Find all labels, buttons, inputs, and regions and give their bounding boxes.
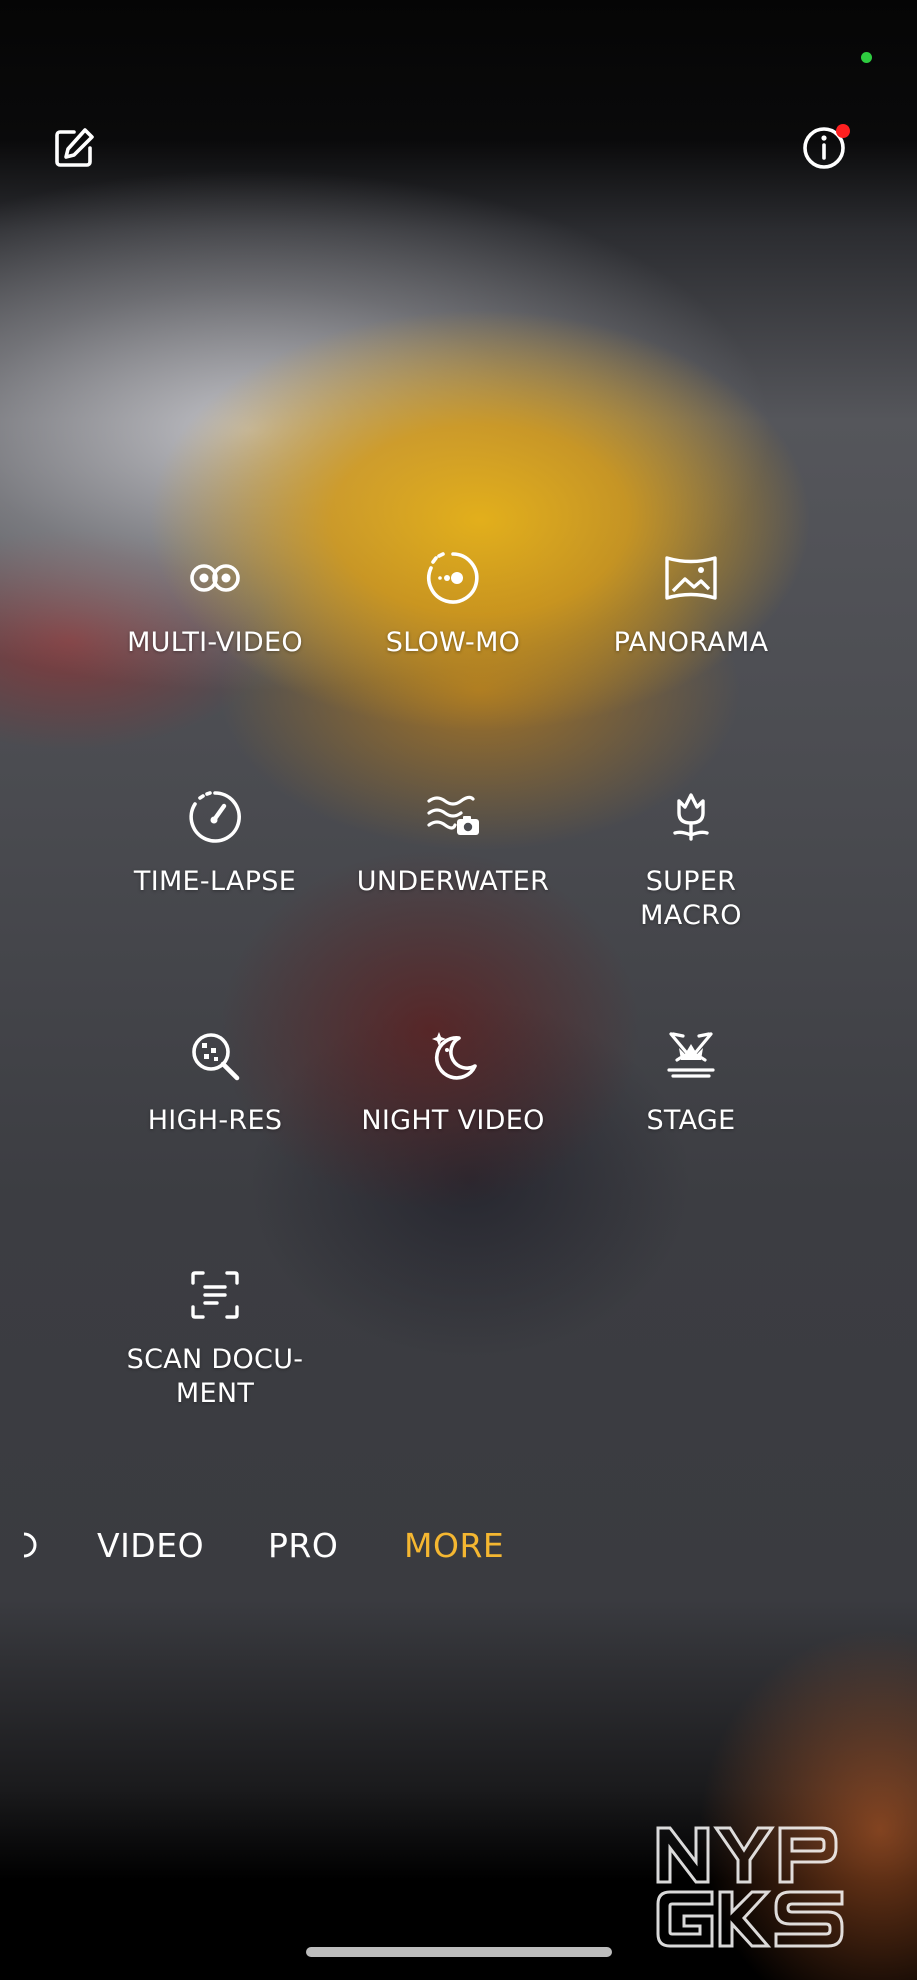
tab-video[interactable]: VIDEO xyxy=(97,1520,204,1572)
mode-slow-mo[interactable]: SLOW-MO xyxy=(338,548,568,660)
notification-badge xyxy=(836,124,850,138)
edit-icon[interactable] xyxy=(50,124,98,172)
night-video-icon xyxy=(432,1032,477,1080)
mode-super-macro[interactable]: SUPER MACRO xyxy=(576,787,806,933)
mode-scan-document[interactable]: SCAN DOCU- MENT xyxy=(100,1265,330,1411)
scan-document-icon xyxy=(191,1271,239,1319)
camera-more-modes-screen: MULTI-VIDEO SLOW-MO PANORAMA TIME-LAPSE … xyxy=(0,0,917,1980)
mode-stage[interactable]: STAGE xyxy=(576,1026,806,1138)
tab-pro[interactable]: PRO xyxy=(268,1520,338,1572)
slow-mo-icon xyxy=(427,552,479,604)
camera-mode-tabs: VIDEO PRO MORE xyxy=(0,1520,917,1572)
mode-panorama[interactable]: PANORAMA xyxy=(576,548,806,660)
partial-tab-icon[interactable] xyxy=(14,1530,44,1560)
underwater-icon xyxy=(427,795,479,835)
mode-multi-video[interactable]: MULTI-VIDEO xyxy=(100,548,330,660)
mode-label: UNDERWATER xyxy=(356,866,550,897)
multi-video-icon xyxy=(190,564,240,592)
mode-label: SCAN DOCU- MENT xyxy=(126,1344,304,1409)
mode-label: STAGE xyxy=(646,1105,736,1136)
stage-icon xyxy=(667,1032,715,1078)
mode-night-video[interactable]: NIGHT VIDEO xyxy=(338,1026,568,1138)
mode-label: TIME-LAPSE xyxy=(133,866,297,897)
mode-label: NIGHT VIDEO xyxy=(361,1105,545,1136)
high-res-icon xyxy=(192,1033,240,1081)
time-lapse-icon xyxy=(189,791,241,843)
mode-label: HIGH-RES xyxy=(147,1105,283,1136)
mode-underwater[interactable]: UNDERWATER xyxy=(338,787,568,899)
panorama-icon xyxy=(665,556,717,600)
mode-label: SUPER MACRO xyxy=(640,866,742,931)
mode-label: MULTI-VIDEO xyxy=(127,627,303,658)
mode-time-lapse[interactable]: TIME-LAPSE xyxy=(100,787,330,899)
watermark-logo xyxy=(656,1826,844,1948)
mode-high-res[interactable]: HIGH-RES xyxy=(100,1026,330,1138)
tab-more[interactable]: MORE xyxy=(404,1520,504,1572)
camera-in-use-indicator xyxy=(861,52,872,63)
home-indicator[interactable] xyxy=(306,1947,612,1957)
mode-label: SLOW-MO xyxy=(385,627,521,658)
mode-label: PANORAMA xyxy=(613,627,769,658)
super-macro-icon xyxy=(673,793,709,841)
